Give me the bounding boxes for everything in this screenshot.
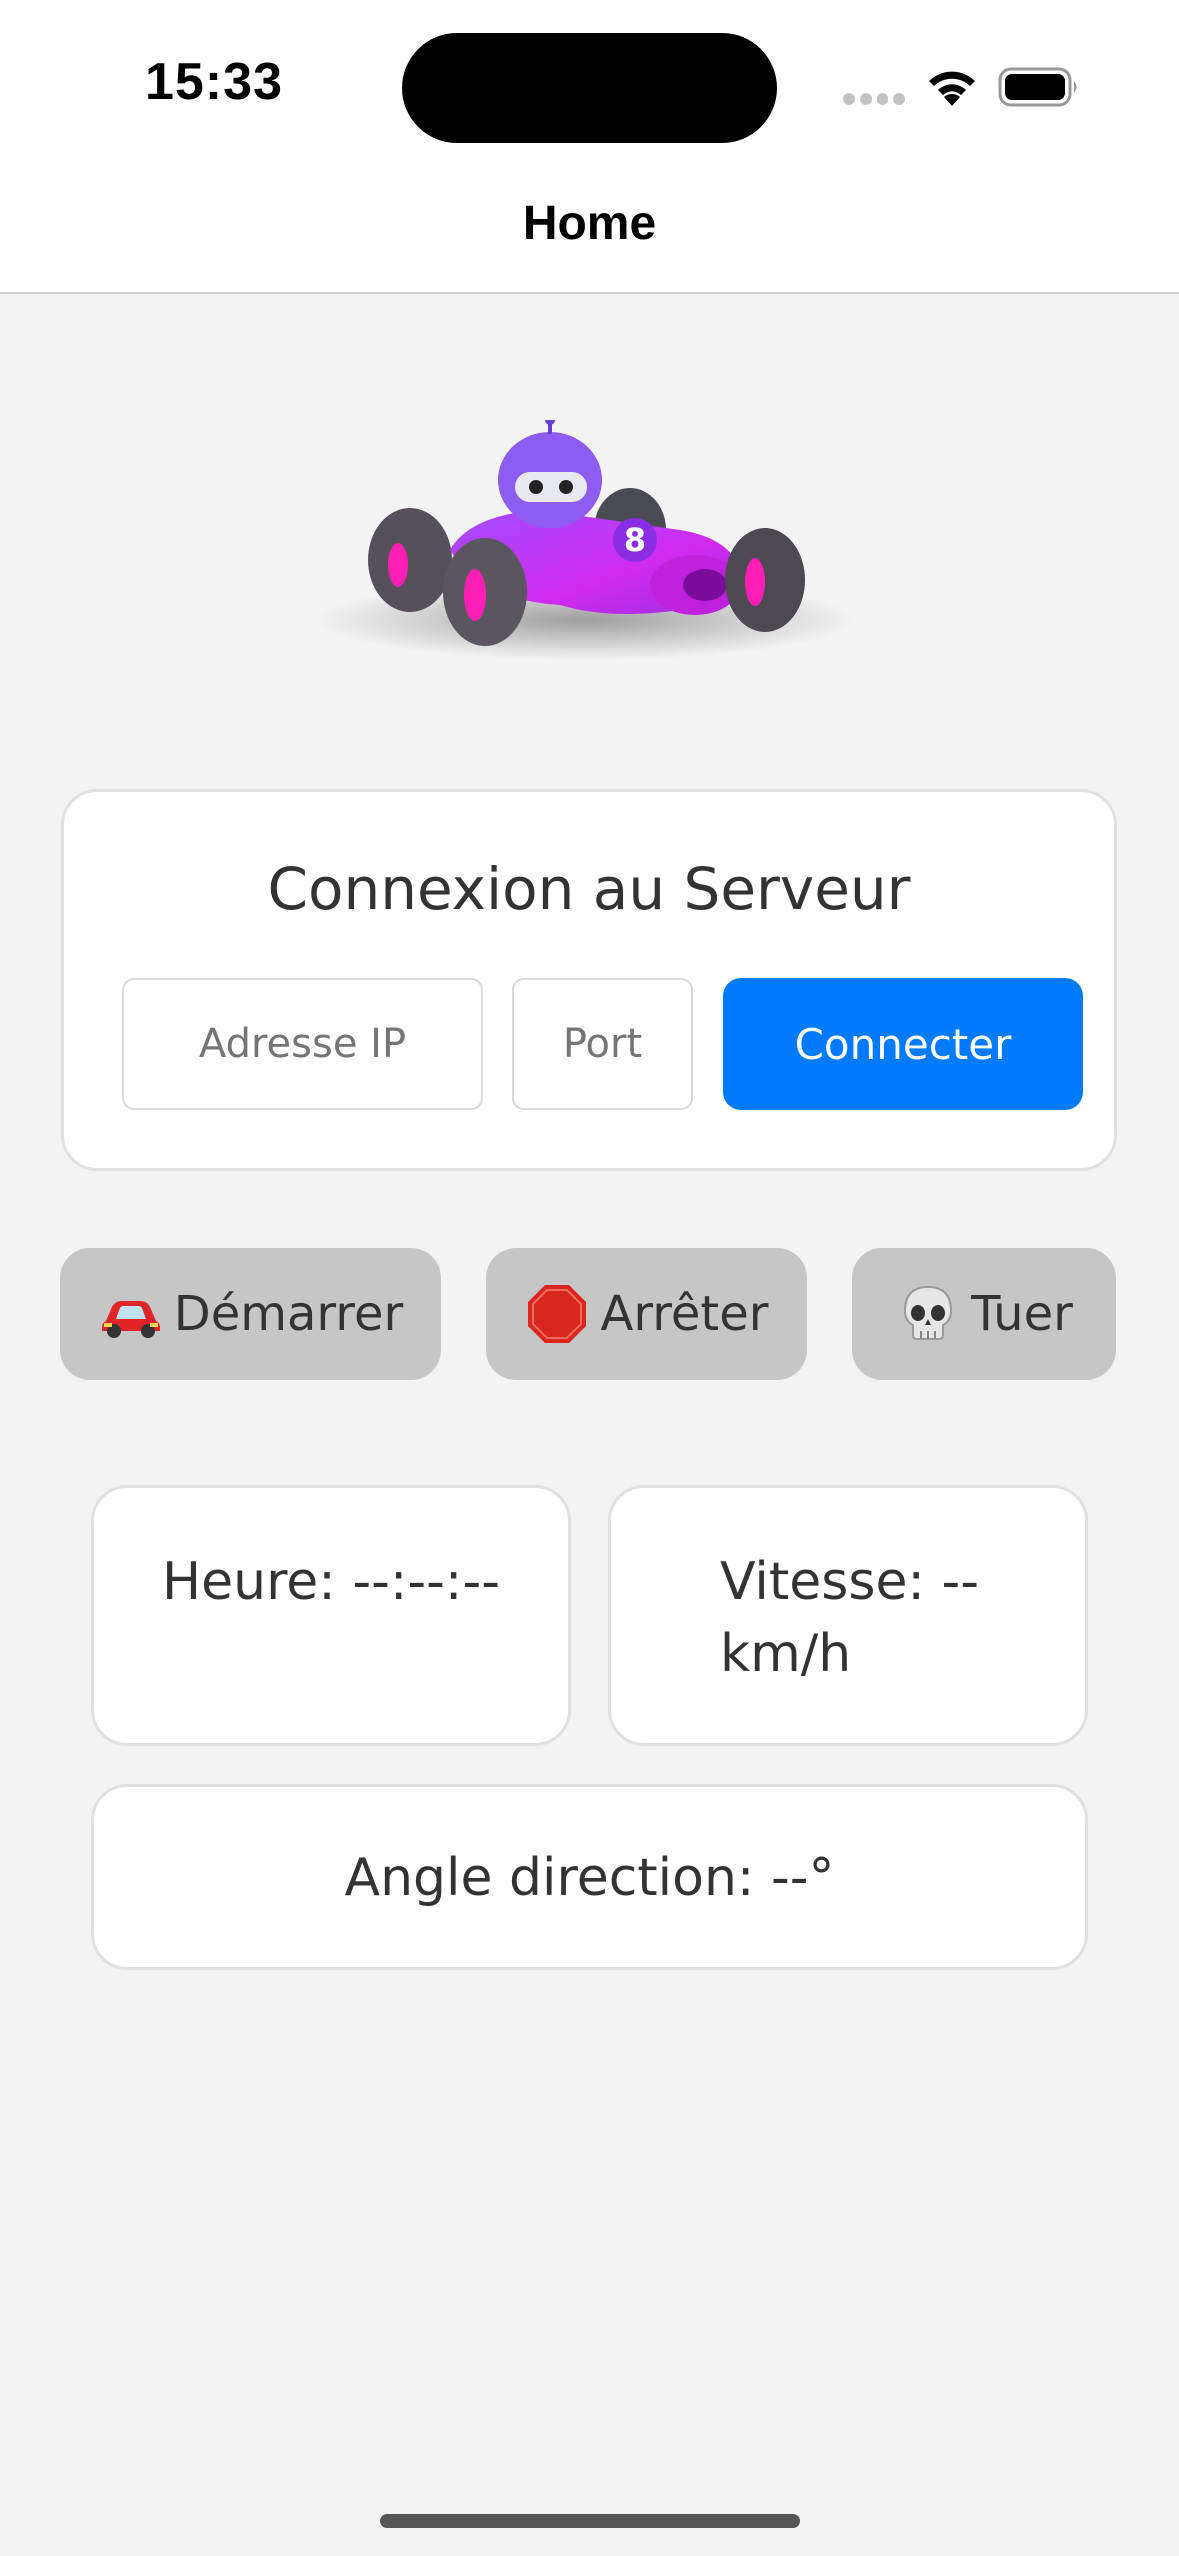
race-car-logo: 8: [315, 420, 855, 660]
time-readout: Heure: --:--:--: [162, 1552, 500, 1612]
skull-icon: [904, 1285, 953, 1340]
home-indicator[interactable]: [380, 2514, 800, 2528]
kill-button[interactable]: Tuer: [852, 1248, 1116, 1380]
port-input[interactable]: [512, 978, 693, 1110]
start-button-label: Démarrer: [173, 1286, 404, 1342]
car-icon: [101, 1301, 160, 1338]
speed-readout-unit: km/h: [720, 1624, 852, 1684]
speed-readout: Vitesse: -- km/h: [720, 1546, 1020, 1690]
dynamic-island: [402, 33, 777, 143]
stop-button-label: Arrêter: [600, 1286, 769, 1342]
connection-title: Connexion au Serveur: [267, 855, 911, 923]
stop-button[interactable]: Arrêter: [486, 1248, 807, 1380]
ip-address-input[interactable]: [122, 978, 483, 1110]
stop-sign-icon: [528, 1285, 587, 1343]
connect-button[interactable]: Connecter: [723, 978, 1083, 1110]
battery-icon: [998, 67, 1077, 107]
speed-readout-value: Vitesse: --: [720, 1552, 980, 1612]
cellular-signal-icon: [843, 93, 905, 107]
kill-button-label: Tuer: [971, 1286, 1073, 1342]
connect-button-label: Connecter: [794, 1019, 1012, 1069]
status-time: 15:33: [145, 53, 283, 111]
wifi-icon: [929, 71, 975, 106]
steering-angle-readout: Angle direction: --°: [344, 1848, 835, 1908]
car-number: 8: [624, 521, 646, 559]
start-button[interactable]: Démarrer: [60, 1248, 441, 1380]
page-title: Home: [522, 197, 657, 250]
